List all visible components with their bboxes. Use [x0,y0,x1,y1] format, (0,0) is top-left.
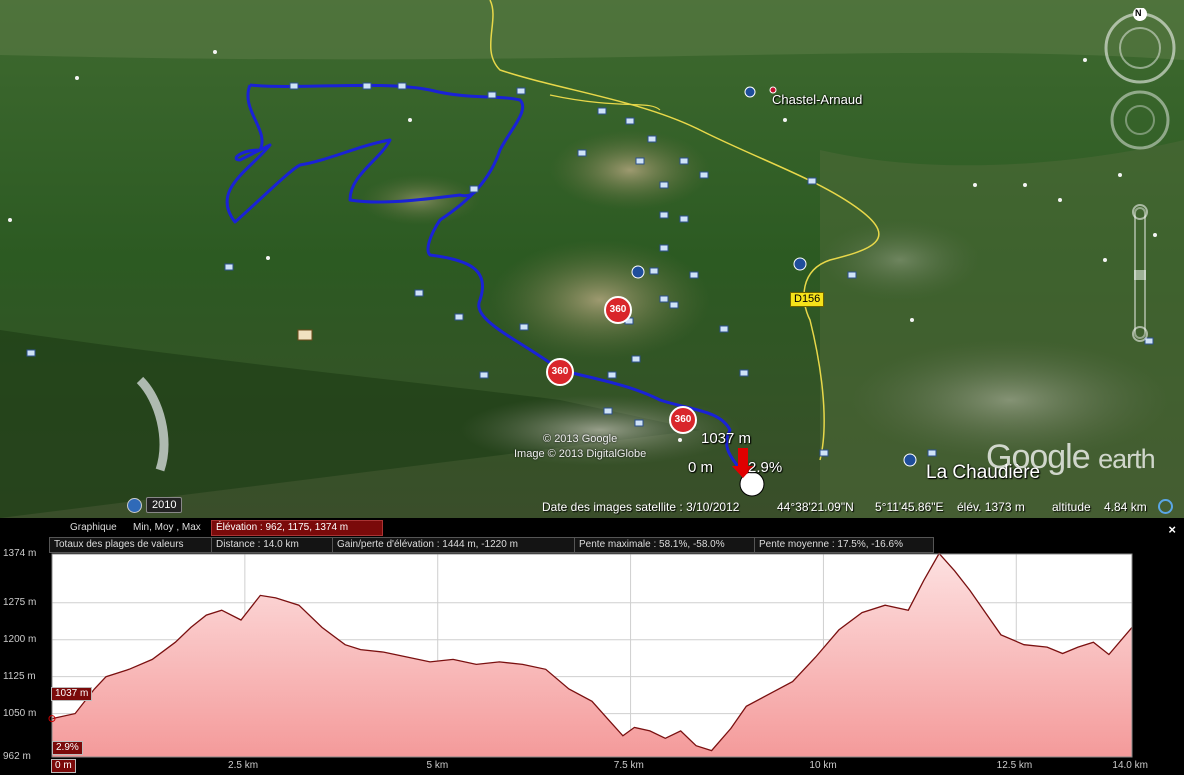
panorama-badge[interactable]: 360 [669,406,697,434]
x-tick-label: 10 km [809,760,837,771]
history-year[interactable]: 2010 [146,497,183,513]
y-tick-label: 1275 m [3,596,37,608]
cursor-elevation: 1037 m [701,430,752,447]
imagery-date: Date des images satellite : 3/10/2012 [542,500,740,514]
cursor-distance: 0 m [688,459,714,476]
y-tick-label: 1200 m [3,633,37,645]
x-tick-label: 14.0 km [1112,760,1148,771]
altitude-label: altitude [1052,500,1091,514]
cursor-distance-tag: 0 m [51,759,76,773]
longitude: 5°11'45.86"E [875,500,944,514]
y-tick-label: 962 m [3,751,31,762]
y-tick-label: 1374 m [3,548,37,559]
panorama-badge[interactable]: 360 [546,358,574,386]
elevation-chart[interactable] [0,518,1184,775]
navigation-controls[interactable] [1100,8,1180,348]
place-label-chastel-arnaud[interactable]: Chastel-Arnaud [772,92,862,107]
y-tick-label: 1125 m [3,670,36,682]
elevation-profile-panel: Graphique Min, Moy , Max Élévation : 962… [0,518,1184,775]
streaming-icon [1158,499,1173,514]
x-tick-label: 12.5 km [996,760,1033,771]
google-earth-logo: Google earth [986,438,1156,476]
altitude-value: 4.84 km [1104,500,1147,514]
x-tick-label: 5 km [426,760,449,771]
x-tick-label: 2.5 km [228,760,259,771]
ground-elevation: élév. 1373 m [957,500,1025,514]
look-joystick [1110,90,1170,150]
cursor-slope-tag: 2.9% [52,741,83,755]
north-indicator[interactable]: N [1135,8,1142,18]
map-view[interactable]: 360 360 360 Chastel-Arnaud La Chaudière … [0,0,1184,518]
cursor-slope: 2.9% [748,459,783,476]
panorama-badge[interactable]: 360 [604,296,632,324]
cursor-elevation-tag: 1037 m [51,687,93,701]
x-tick-label: 7.5 km [613,760,644,771]
y-tick-label: 1050 m [3,707,37,719]
road-label-d156: D156 [790,292,825,307]
clock-icon [127,497,142,513]
historical-imagery-control[interactable]: 2010 [127,497,183,513]
copyright-notice: © 2013 Google Image © 2013 DigitalGlobe [514,433,647,460]
zoom-handle [1134,270,1146,280]
latitude: 44°38'21.09"N [777,500,854,514]
compass-ring [1104,12,1176,84]
